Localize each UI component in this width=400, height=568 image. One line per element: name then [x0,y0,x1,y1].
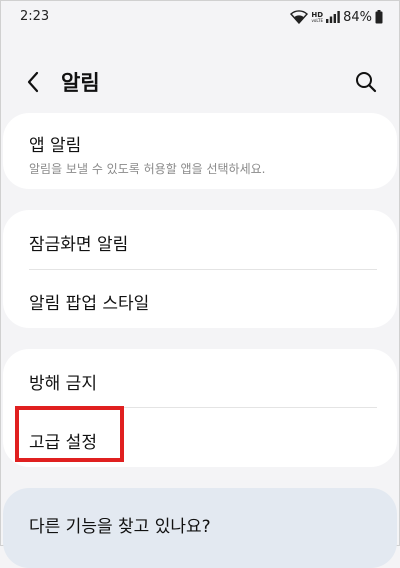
search-icon [356,72,377,93]
do-not-disturb-item[interactable]: 방해 금지 [29,369,377,394]
status-time: 2:23 [20,9,50,24]
page-title: 알림 [61,71,100,95]
back-button[interactable] [21,69,47,95]
notification-display-card: 잠금화면 알림 알림 팝업 스타일 [3,210,397,328]
item-label: 알림 팝업 스타일 [29,294,150,314]
divider [29,269,377,270]
app-notifications-item[interactable]: 앱 알림 알림을 보낼 수 있도록 허용할 앱을 선택하세요. [29,131,377,177]
search-button[interactable] [353,69,379,95]
item-label: 앱 알림 [29,136,82,156]
item-label: 방해 금지 [29,374,97,394]
hd-volte-icon: HD voLTE [311,10,324,23]
status-bar: 2:23 HD voLTE 84% [1,1,399,35]
app-bar: 알림 [1,59,399,103]
item-description: 알림을 보낼 수 있도록 허용할 앱을 선택하세요. [29,162,266,176]
signal-icon [326,11,340,23]
wifi-icon [290,10,309,24]
battery-percent: 84% [343,9,372,25]
lock-screen-notifications-item[interactable]: 잠금화면 알림 [29,230,377,255]
battery-icon [375,10,383,24]
popup-style-item[interactable]: 알림 팝업 스타일 [29,289,377,314]
item-label: 잠금화면 알림 [29,235,129,255]
status-icons: HD voLTE 84% [290,9,383,25]
suggestion-card: 다른 기능을 찾고 있나요? [3,488,397,568]
chevron-left-icon [27,71,39,93]
suggestion-item[interactable]: 다른 기능을 찾고 있나요? [29,512,377,537]
app-notifications-card: 앱 알림 알림을 보낼 수 있도록 허용할 앱을 선택하세요. [3,113,397,189]
suggestion-title: 다른 기능을 찾고 있나요? [29,517,211,537]
highlight-box [15,406,124,462]
